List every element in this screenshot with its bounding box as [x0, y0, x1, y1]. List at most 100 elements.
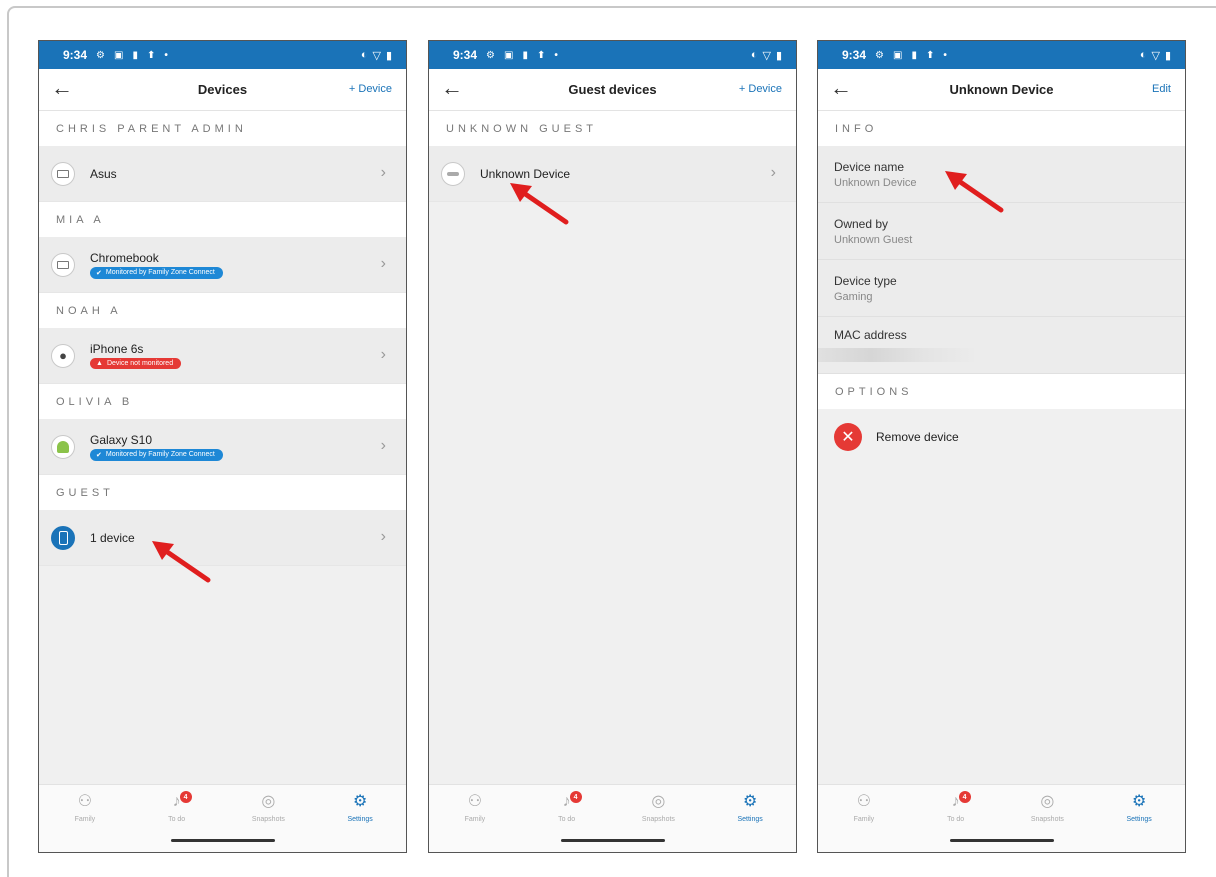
todo-count-badge: 4: [179, 791, 192, 803]
nav-label: Snapshots: [641, 816, 675, 823]
todo-count-badge: 4: [569, 791, 582, 803]
remove-device-button[interactable]: ✕ Remove device: [818, 409, 1185, 465]
upload-status-icon: ⬆: [925, 49, 935, 61]
check-icon: ✔: [96, 451, 102, 459]
badge-text: Monitored by Family Zone Connect: [105, 269, 215, 276]
section-header-mia: MIA A: [39, 202, 406, 237]
nav-label: Snapshots: [1030, 816, 1064, 823]
annotation-arrow-icon: [152, 541, 211, 583]
chevron-right-icon: ›: [380, 164, 386, 181]
back-arrow-icon[interactable]: ←: [51, 77, 73, 99]
monitored-badge: ✔ Monitored by Family Zone Connect: [90, 266, 223, 279]
settings-status-icon: ⚙: [96, 49, 105, 61]
battery-small-status-icon: ▮: [911, 49, 917, 61]
nav-settings[interactable]: ⚙ Settings: [1104, 793, 1174, 823]
back-arrow-icon[interactable]: ←: [441, 77, 463, 99]
upload-status-icon: ⬆: [536, 49, 546, 61]
bottom-nav: ⚇ Family ♪ 4 To do ◎ Snapshots ⚙ Setting…: [818, 784, 1185, 852]
annotation-arrow-icon: [510, 183, 569, 225]
blurred-mac-value: [818, 348, 978, 362]
nav-family[interactable]: ⚇ Family: [829, 793, 899, 823]
dot-status-icon: •: [943, 49, 947, 61]
snapshots-icon: ◎: [261, 793, 276, 810]
section-header-unknown-guest: UNKNOWN GUEST: [429, 111, 796, 146]
nav-snapshots[interactable]: ◎ Snapshots: [233, 793, 303, 823]
section-header-options: OPTIONS: [818, 374, 1185, 409]
info-value: Unknown Device: [834, 176, 917, 189]
laptop-icon: [51, 161, 75, 186]
device-name: iPhone 6s: [90, 342, 144, 356]
status-time: 9:34: [842, 48, 867, 62]
back-arrow-icon[interactable]: ←: [830, 77, 852, 99]
device-row-galaxy[interactable]: Galaxy S10 ✔ Monitored by Family Zone Co…: [39, 419, 406, 475]
remove-icon: ✕: [834, 423, 862, 451]
settings-status-icon: ⚙: [875, 49, 884, 61]
annotation-arrow-icon: [945, 171, 1004, 213]
app-bar: ← Guest devices + Device: [429, 69, 796, 111]
info-row-mac-address: MAC address: [818, 317, 1185, 374]
home-indicator[interactable]: [170, 839, 275, 842]
status-time: 9:34: [453, 48, 478, 62]
chevron-right-icon: ›: [380, 528, 386, 545]
status-time: 9:34: [63, 48, 88, 62]
wifi-status-icon: ▽: [372, 49, 381, 62]
nav-snapshots[interactable]: ◎ Snapshots: [623, 793, 693, 823]
nav-settings[interactable]: ⚙ Settings: [715, 793, 785, 823]
remove-device-label: Remove device: [876, 430, 959, 444]
device-name: Asus: [90, 166, 117, 181]
info-value: Gaming: [834, 290, 873, 303]
device-name: Chromebook: [90, 250, 159, 265]
device-row-iphone[interactable]: ● iPhone 6s ▲ Device not monitored ›: [39, 328, 406, 384]
chevron-right-icon: ›: [380, 346, 386, 363]
section-header-guest: GUEST: [39, 475, 406, 510]
device-name: Galaxy S10: [90, 432, 153, 447]
badge-text: Monitored by Family Zone Connect: [105, 451, 215, 458]
gaming-icon: [441, 161, 465, 186]
battery-status-icon: ▮: [775, 49, 782, 62]
family-icon: ⚇: [467, 793, 483, 810]
device-row-chromebook[interactable]: Chromebook ✔ Monitored by Family Zone Co…: [39, 237, 406, 293]
snapshots-icon: ◎: [651, 793, 666, 810]
page-title: Guest devices: [568, 82, 657, 97]
info-label: Device type: [834, 273, 897, 288]
add-device-button[interactable]: + Device: [349, 83, 392, 95]
section-header-noah: NOAH A: [39, 293, 406, 328]
nav-family[interactable]: ⚇ Family: [440, 793, 510, 823]
phone-device-detail-screen: 9:34 ⚙ ▣ ▮ ⬆ • ◐ ▽ ▮ ← Unknown Device Ed…: [817, 40, 1186, 853]
nav-todo[interactable]: ♪ 4 To do: [532, 791, 602, 823]
device-name: 1 device: [90, 530, 135, 545]
chevron-right-icon: ›: [380, 255, 386, 272]
device-row-asus[interactable]: Asus ›: [39, 146, 406, 202]
nav-snapshots[interactable]: ◎ Snapshots: [1012, 793, 1082, 823]
sim-status-icon: ▣: [504, 49, 514, 61]
device-row-unknown[interactable]: Unknown Device ›: [429, 146, 796, 202]
info-label: Device name: [834, 159, 905, 174]
sim-status-icon: ▣: [893, 49, 903, 61]
home-indicator[interactable]: [949, 839, 1054, 842]
status-bar: 9:34 ⚙ ▣ ▮ ⬆ • ◐ ▽ ▮: [39, 41, 406, 69]
app-bar: ← Devices + Device: [39, 69, 406, 111]
eye-status-icon: ◐: [360, 49, 368, 61]
info-label: Owned by: [834, 216, 889, 231]
nav-todo[interactable]: ♪ 4 To do: [142, 791, 212, 823]
home-indicator[interactable]: [560, 839, 665, 842]
device-name: Unknown Device: [480, 166, 571, 181]
nav-label: Settings: [347, 816, 373, 823]
apple-icon: ●: [51, 343, 75, 368]
status-bar: 9:34 ⚙ ▣ ▮ ⬆ • ◐ ▽ ▮: [818, 41, 1185, 69]
nav-family[interactable]: ⚇ Family: [50, 793, 120, 823]
snapshots-icon: ◎: [1040, 793, 1055, 810]
nav-todo[interactable]: ♪ 4 To do: [921, 791, 991, 823]
nav-settings[interactable]: ⚙ Settings: [325, 793, 395, 823]
device-row-guest[interactable]: 1 device ›: [39, 510, 406, 566]
nav-label: Settings: [737, 816, 763, 823]
add-device-button[interactable]: + Device: [739, 83, 782, 95]
bottom-nav: ⚇ Family ♪ 4 To do ◎ Snapshots ⚙ Setting…: [429, 784, 796, 852]
battery-small-status-icon: ▮: [132, 49, 138, 61]
upload-status-icon: ⬆: [146, 49, 156, 61]
chevron-right-icon: ›: [380, 437, 386, 454]
gear-icon: ⚙: [742, 793, 758, 810]
battery-status-icon: ▮: [1164, 49, 1171, 62]
edit-button[interactable]: Edit: [1152, 83, 1171, 95]
info-label: MAC address: [834, 328, 907, 342]
